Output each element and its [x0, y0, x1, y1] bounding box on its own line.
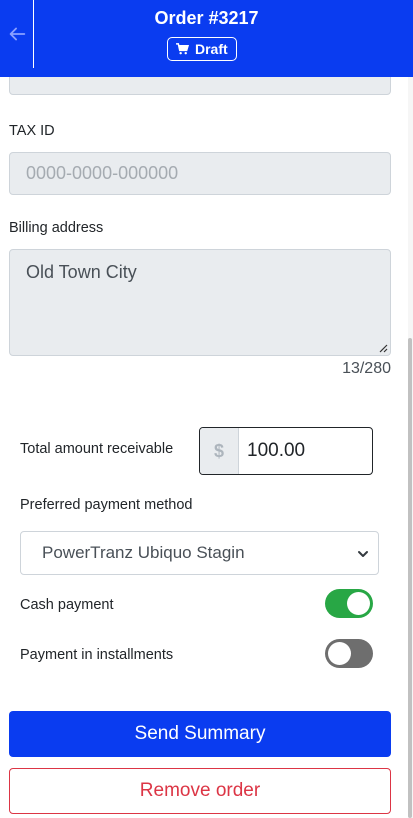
character-counter: 13/280 [342, 360, 391, 377]
scrollbar-thumb[interactable] [408, 338, 412, 818]
tax-id-input[interactable]: 0000-0000-000000 [9, 152, 391, 195]
billing-address-textarea[interactable]: Old Town City [9, 249, 391, 356]
page-title: Order #3217 [154, 8, 259, 28]
remove-order-button[interactable]: Remove order [9, 768, 391, 814]
send-summary-button[interactable]: Send Summary [9, 711, 391, 757]
chevron-down-icon [358, 551, 368, 557]
installments-label: Payment in installments [20, 647, 174, 663]
billing-address-label: Billing address [9, 220, 104, 236]
amount-input[interactable]: 100.00 [239, 428, 372, 474]
status-badge: Draft [167, 37, 237, 61]
payment-method-label: Preferred payment method [20, 497, 193, 513]
status-text: Draft [195, 41, 228, 57]
cash-payment-toggle[interactable] [325, 589, 373, 618]
cash-payment-label: Cash payment [20, 597, 114, 613]
toggle-knob [328, 642, 351, 665]
payment-method-value: PowerTranz Ubiquo Stagin [42, 543, 245, 562]
amount-input-group[interactable]: $ 100.00 [199, 427, 373, 475]
tax-id-label: TAX ID [9, 123, 55, 139]
header-bar: Order #3217 Draft [0, 0, 413, 77]
toggle-knob [347, 592, 370, 615]
resize-handle-icon[interactable] [378, 343, 388, 353]
cart-icon [176, 43, 189, 55]
amount-label: Total amount receivable [20, 441, 174, 457]
billing-address-value: Old Town City [26, 262, 137, 282]
payment-method-select[interactable]: PowerTranz Ubiquo Stagin [20, 531, 379, 575]
currency-prefix: $ [200, 428, 239, 474]
installments-toggle[interactable] [325, 639, 373, 668]
